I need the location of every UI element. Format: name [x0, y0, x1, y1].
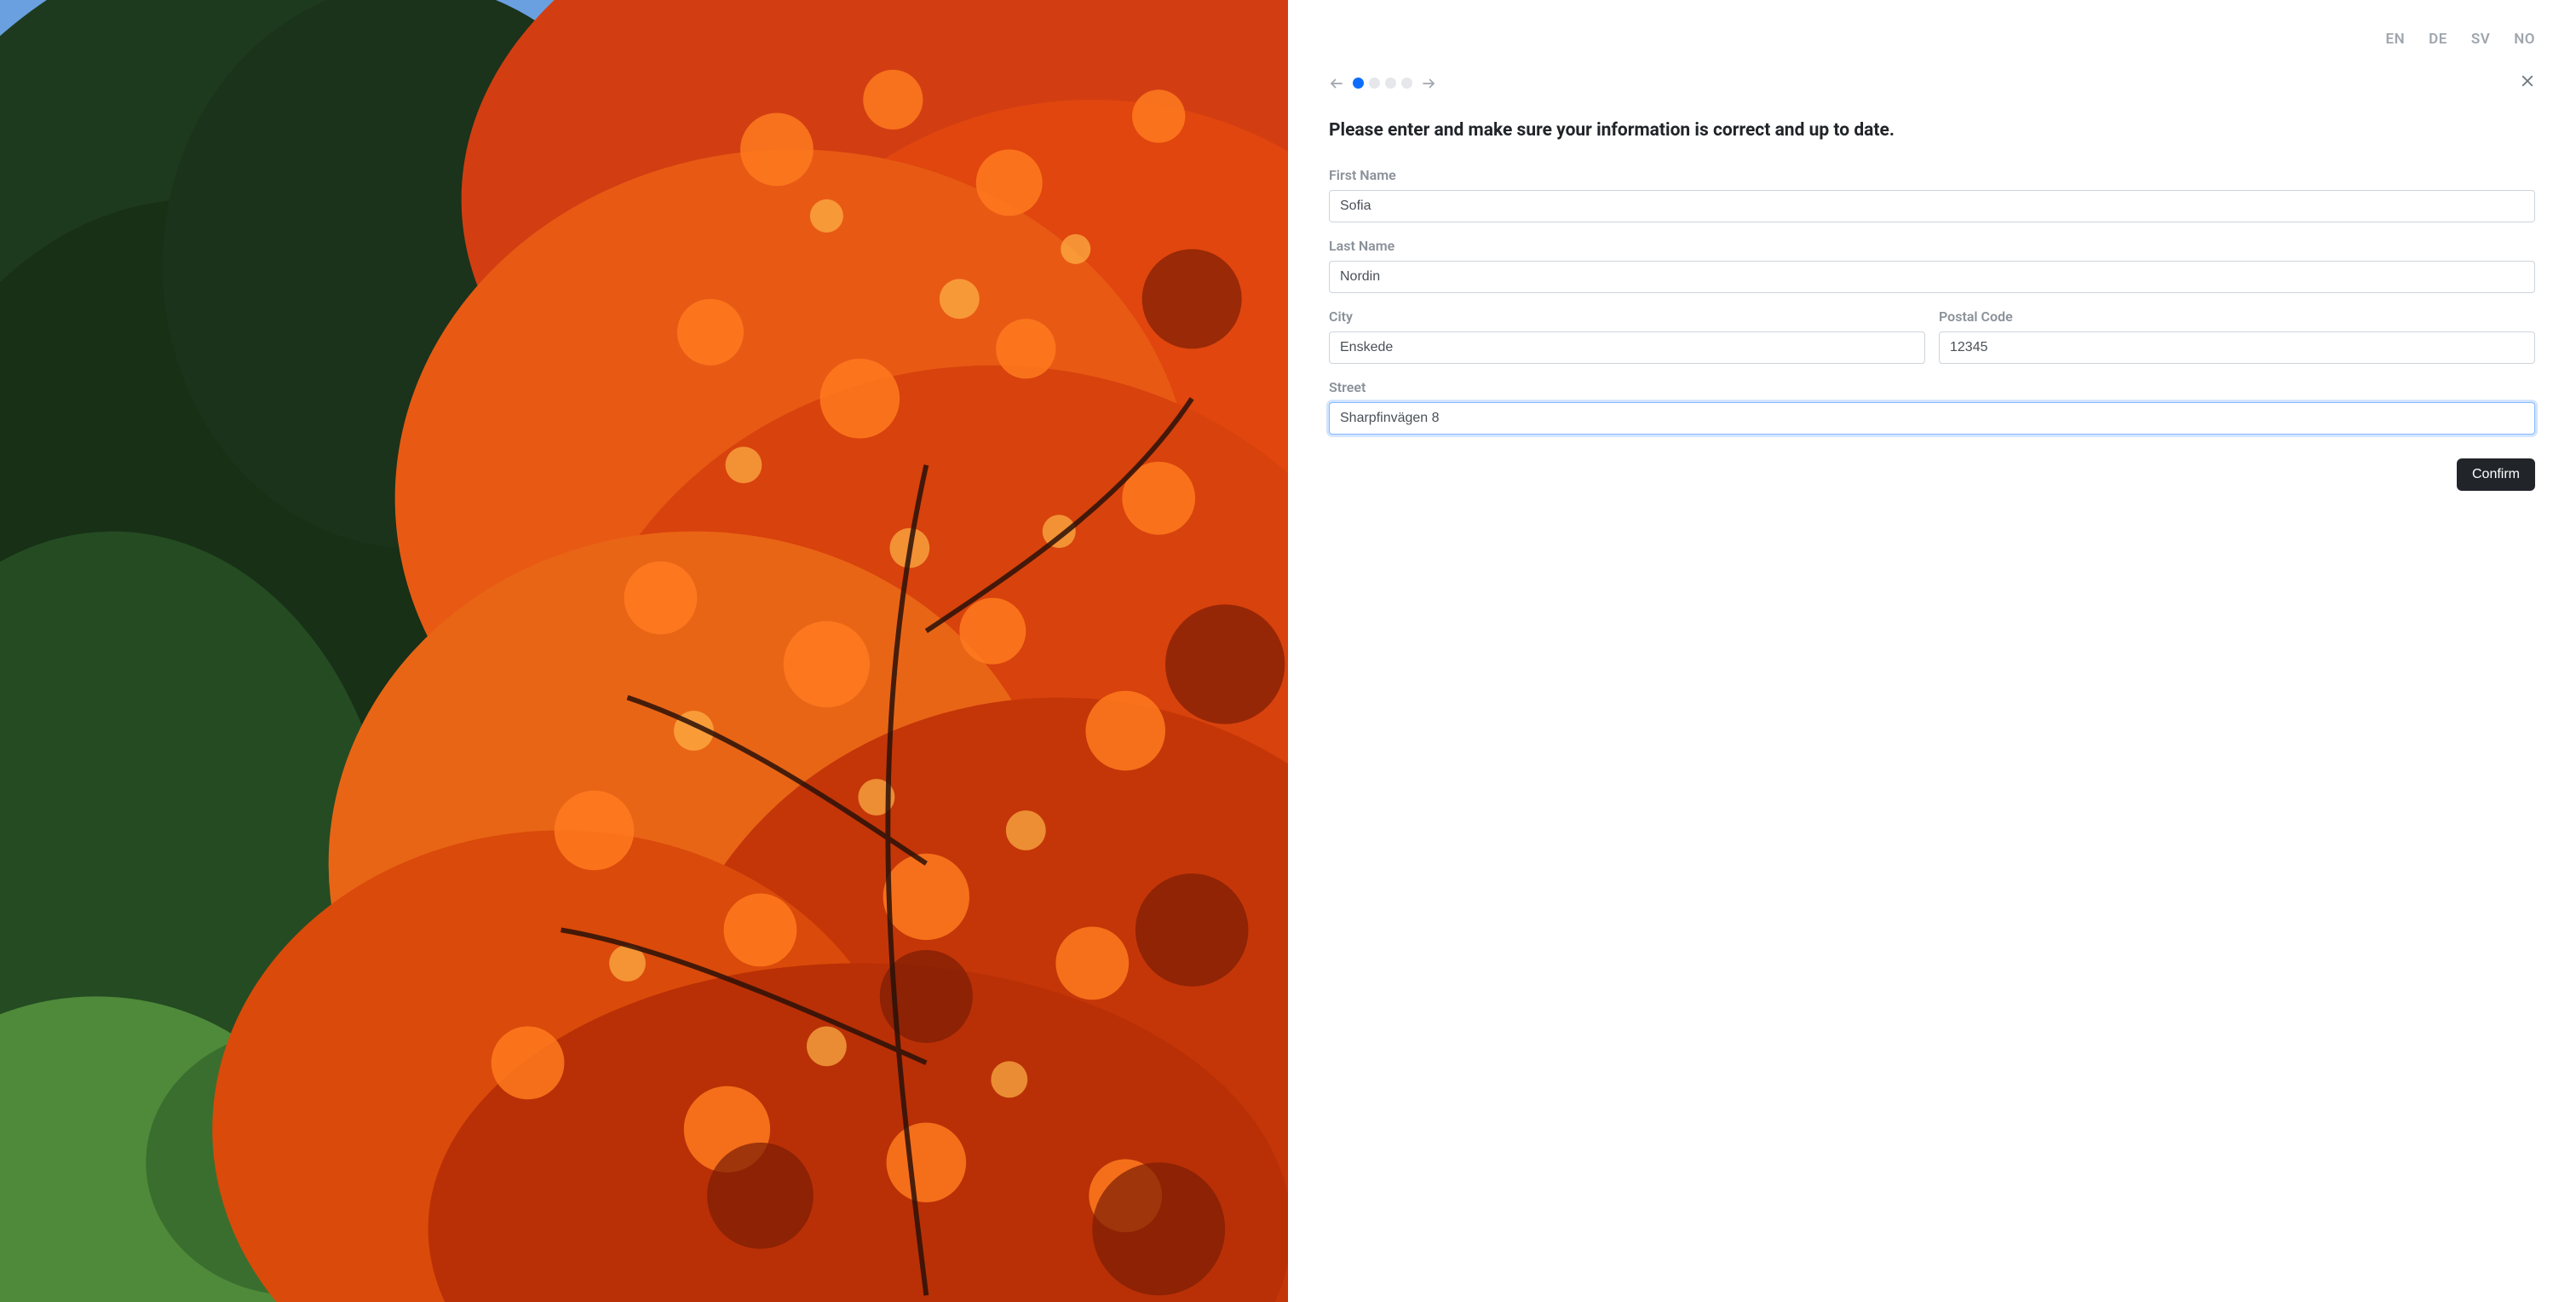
first-name-label: First Name — [1329, 167, 2535, 183]
last-name-input[interactable] — [1329, 261, 2535, 293]
stepper — [1329, 76, 1436, 91]
form-panel: EN DE SV NO Please enter and make sure y… — [1288, 0, 2576, 1302]
city-input[interactable] — [1329, 331, 1925, 364]
last-name-label: Last Name — [1329, 238, 2535, 254]
step-dots — [1353, 78, 1412, 89]
lang-no[interactable]: NO — [2514, 31, 2535, 48]
decorative-image — [0, 0, 1288, 1302]
page-heading: Please enter and make sure your informat… — [1329, 118, 2535, 143]
postal-code-input[interactable] — [1939, 331, 2535, 364]
stepper-row — [1329, 73, 2535, 93]
arrow-left-icon[interactable] — [1329, 76, 1344, 91]
lang-en[interactable]: EN — [2386, 31, 2406, 48]
step-dot-3[interactable] — [1385, 78, 1396, 89]
city-label: City — [1329, 308, 1925, 325]
close-icon[interactable] — [2520, 73, 2535, 93]
street-input[interactable] — [1329, 402, 2535, 435]
first-name-input[interactable] — [1329, 190, 2535, 222]
lang-de[interactable]: DE — [2429, 31, 2447, 48]
step-dot-4[interactable] — [1401, 78, 1412, 89]
step-dot-2[interactable] — [1369, 78, 1380, 89]
language-switcher: EN DE SV NO — [1329, 31, 2535, 48]
form: First Name Last Name City Postal Code St… — [1329, 167, 2535, 491]
confirm-button[interactable]: Confirm — [2457, 458, 2535, 491]
street-label: Street — [1329, 379, 2535, 395]
arrow-right-icon[interactable] — [1421, 76, 1436, 91]
postal-code-label: Postal Code — [1939, 308, 2535, 325]
step-dot-1[interactable] — [1353, 78, 1364, 89]
lang-sv[interactable]: SV — [2471, 31, 2490, 48]
